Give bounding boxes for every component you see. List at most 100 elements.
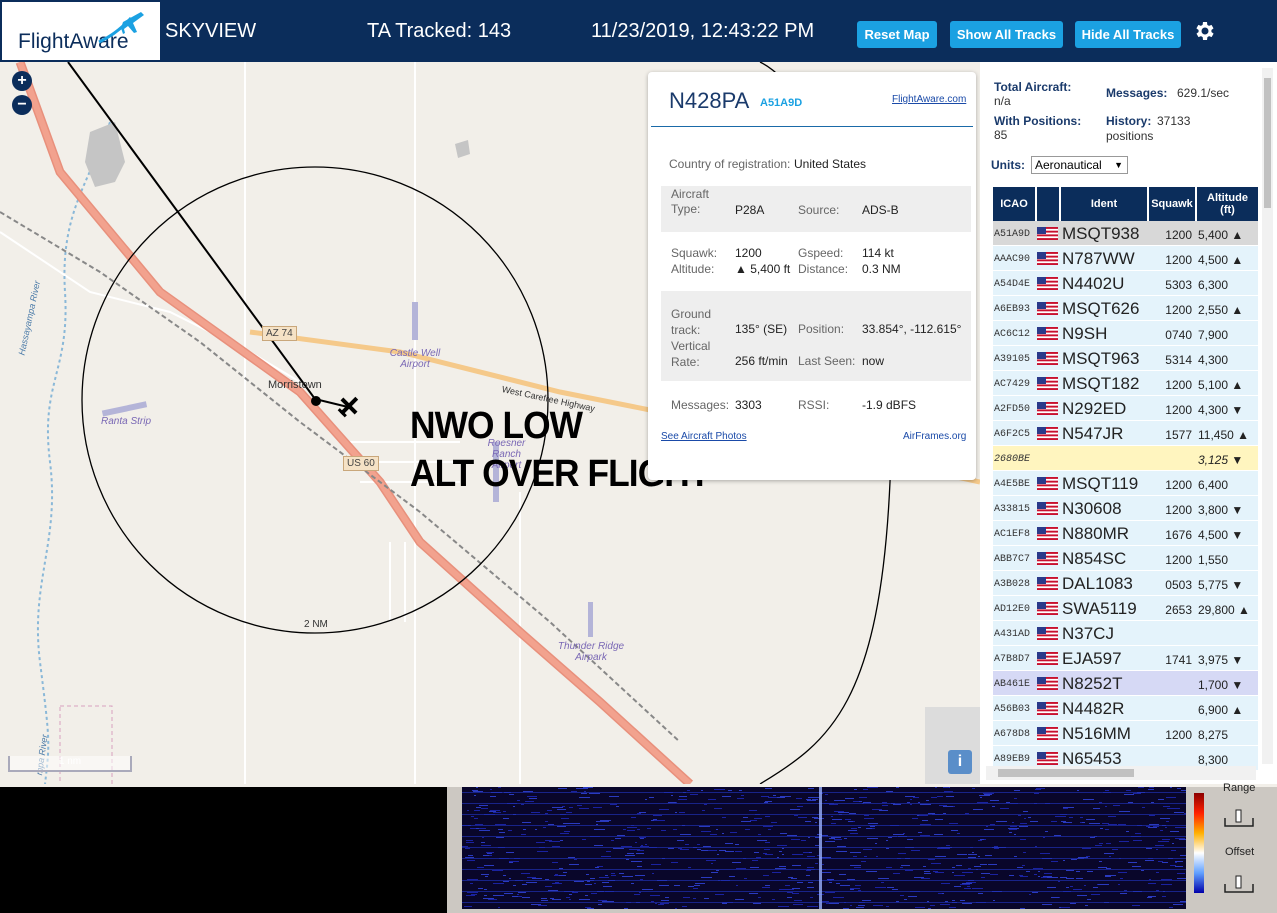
ident-cell: DAL1083 xyxy=(1062,574,1133,593)
waterfall-noise xyxy=(1171,850,1176,851)
altitude-cell: 3,975 ▼ xyxy=(1198,653,1244,667)
waterfall-noise xyxy=(1051,861,1058,862)
waterfall-noise xyxy=(725,851,734,852)
waterfall-noise xyxy=(765,788,772,789)
waterfall-noise xyxy=(796,798,802,799)
vertical-scrollbar[interactable] xyxy=(1262,68,1273,764)
us-flag-icon xyxy=(1037,702,1058,715)
zoom-in-button[interactable]: + xyxy=(12,71,32,91)
table-row[interactable]: A7B8D7 EJA597 1741 3,975 ▼ xyxy=(993,646,1258,671)
waterfall-noise xyxy=(1173,904,1183,905)
horizontal-scrollbar[interactable] xyxy=(986,766,1256,780)
waterfall-noise xyxy=(943,806,953,807)
table-row[interactable]: A51A9D MSQT938 1200 5,400 ▲ xyxy=(993,221,1258,246)
h-scroll-thumb[interactable] xyxy=(998,769,1134,777)
table-row[interactable]: A54D4E N4402U 5303 6,300 xyxy=(993,271,1258,296)
flightaware-logo[interactable]: FlightAware xyxy=(2,2,160,60)
col-header-icao[interactable]: ICAO xyxy=(993,187,1035,221)
table-row[interactable]: A431AD N37CJ xyxy=(993,621,1258,646)
gear-icon[interactable] xyxy=(1192,19,1216,43)
table-row[interactable]: AC6C12 N9SH 0740 7,900 xyxy=(993,321,1258,346)
waterfall-noise xyxy=(1169,907,1173,908)
waterfall-noise xyxy=(892,889,898,890)
waterfall-noise xyxy=(1035,789,1041,790)
waterfall-noise xyxy=(772,872,781,873)
waterfall-noise xyxy=(569,899,571,900)
units-select[interactable]: Aeronautical ▼ xyxy=(1031,156,1128,174)
waterfall-noise xyxy=(1128,802,1133,803)
table-row[interactable]: A4E5BE MSQT119 1200 6,400 xyxy=(993,471,1258,496)
waterfall-noise xyxy=(920,804,931,805)
table-row[interactable]: A6F2C5 N547JR 1577 11,450 ▲ xyxy=(993,421,1258,446)
waterfall-noise xyxy=(1071,859,1077,860)
popup-divider xyxy=(651,126,973,127)
table-row[interactable]: A678D8 N516MM 1200 8,275 xyxy=(993,721,1258,746)
waterfall-noise xyxy=(732,862,741,863)
waterfall-noise xyxy=(587,881,590,882)
waterfall-noise xyxy=(886,840,888,841)
table-row[interactable]: AB461E N8252T 1,700 ▼ xyxy=(993,671,1258,696)
table-row[interactable]: AC1EF8 N880MR 1676 4,500 ▼ xyxy=(993,521,1258,546)
scroll-thumb[interactable] xyxy=(1264,78,1271,208)
waterfall-noise xyxy=(464,906,472,907)
waterfall-noise xyxy=(750,820,757,821)
aircraft-photos-link[interactable]: See Aircraft Photos xyxy=(661,431,747,442)
info-button[interactable]: i xyxy=(948,750,972,774)
show-all-tracks-button[interactable]: Show All Tracks xyxy=(950,21,1063,48)
waterfall-noise xyxy=(1170,865,1176,866)
waterfall-noise xyxy=(1087,871,1093,872)
waterfall-noise xyxy=(825,841,835,842)
table-row[interactable]: A33815 N30608 1200 3,800 ▼ xyxy=(993,496,1258,521)
waterfall-noise xyxy=(730,832,737,833)
squawk-cell: 1200 xyxy=(1165,228,1192,242)
waterfall-noise xyxy=(571,791,577,792)
waterfall-noise xyxy=(763,826,773,827)
offset-slider-icon[interactable] xyxy=(1223,874,1255,894)
waterfall-noise xyxy=(1032,892,1038,893)
table-row[interactable]: AAAC90 N787WW 1200 4,500 ▲ xyxy=(993,246,1258,271)
waterfall-noise xyxy=(853,856,857,857)
waterfall-noise xyxy=(756,857,761,858)
reset-map-button[interactable]: Reset Map xyxy=(857,21,937,48)
source-value: ADS-B xyxy=(862,203,899,217)
waterfall-noise xyxy=(522,897,530,898)
range-slider-icon[interactable] xyxy=(1223,808,1255,828)
waterfall-noise xyxy=(569,864,579,865)
waterfall-noise xyxy=(829,903,839,904)
waterfall-noise xyxy=(808,882,813,883)
table-row[interactable]: A2FD50 N292ED 1200 4,300 ▼ xyxy=(993,396,1258,421)
altitude-cell: 6,400 xyxy=(1198,478,1229,492)
col-header-squawk[interactable]: Squawk xyxy=(1149,187,1195,221)
table-row[interactable]: A6EB93 MSQT626 1200 2,550 ▲ xyxy=(993,296,1258,321)
table-row[interactable]: AD12E0 SWA5119 2653 29,800 ▲ xyxy=(993,596,1258,621)
waterfall-noise xyxy=(907,839,913,840)
waterfall-noise xyxy=(545,821,548,822)
icao-cell: A431AD xyxy=(994,629,1031,640)
waterfall-noise xyxy=(1029,894,1031,895)
waterfall-noise xyxy=(492,870,503,871)
col-header-ident[interactable]: Ident xyxy=(1061,187,1147,221)
table-row[interactable]: A3B028 DAL1083 0503 5,775 ▼ xyxy=(993,571,1258,596)
hide-all-tracks-button[interactable]: Hide All Tracks xyxy=(1075,21,1181,48)
table-row[interactable]: A39105 MSQT963 5314 4,300 xyxy=(993,346,1258,371)
waterfall-noise xyxy=(1014,856,1017,857)
waterfall-noise xyxy=(1170,831,1179,832)
icao-cell: A56B03 xyxy=(994,704,1031,715)
table-row[interactable]: ABB7C7 N854SC 1200 1,550 xyxy=(993,546,1258,571)
squawk-cell: 2653 xyxy=(1165,603,1192,617)
zoom-out-button[interactable]: − xyxy=(12,95,32,115)
table-row[interactable]: AC7429 MSQT182 1200 5,100 ▲ xyxy=(993,371,1258,396)
table-row[interactable]: A56B03 N4482R 6,900 ▲ xyxy=(993,696,1258,721)
waterfall-noise xyxy=(647,828,651,829)
waterfall-noise xyxy=(479,828,486,829)
waterfall-noise xyxy=(517,800,520,801)
waterfall-noise xyxy=(594,829,605,830)
waterfall-noise xyxy=(918,802,920,803)
waterfall-noise xyxy=(829,838,835,839)
table-row[interactable]: 2680BE 3,125 ▼ xyxy=(993,446,1258,471)
waterfall-noise xyxy=(1118,884,1120,885)
waterfall-noise xyxy=(503,875,506,876)
flightaware-link[interactable]: FlightAware.com xyxy=(892,94,966,105)
airframes-link[interactable]: AirFrames.org xyxy=(903,431,966,442)
col-header-altitude[interactable]: Altitude (ft) xyxy=(1197,187,1258,221)
